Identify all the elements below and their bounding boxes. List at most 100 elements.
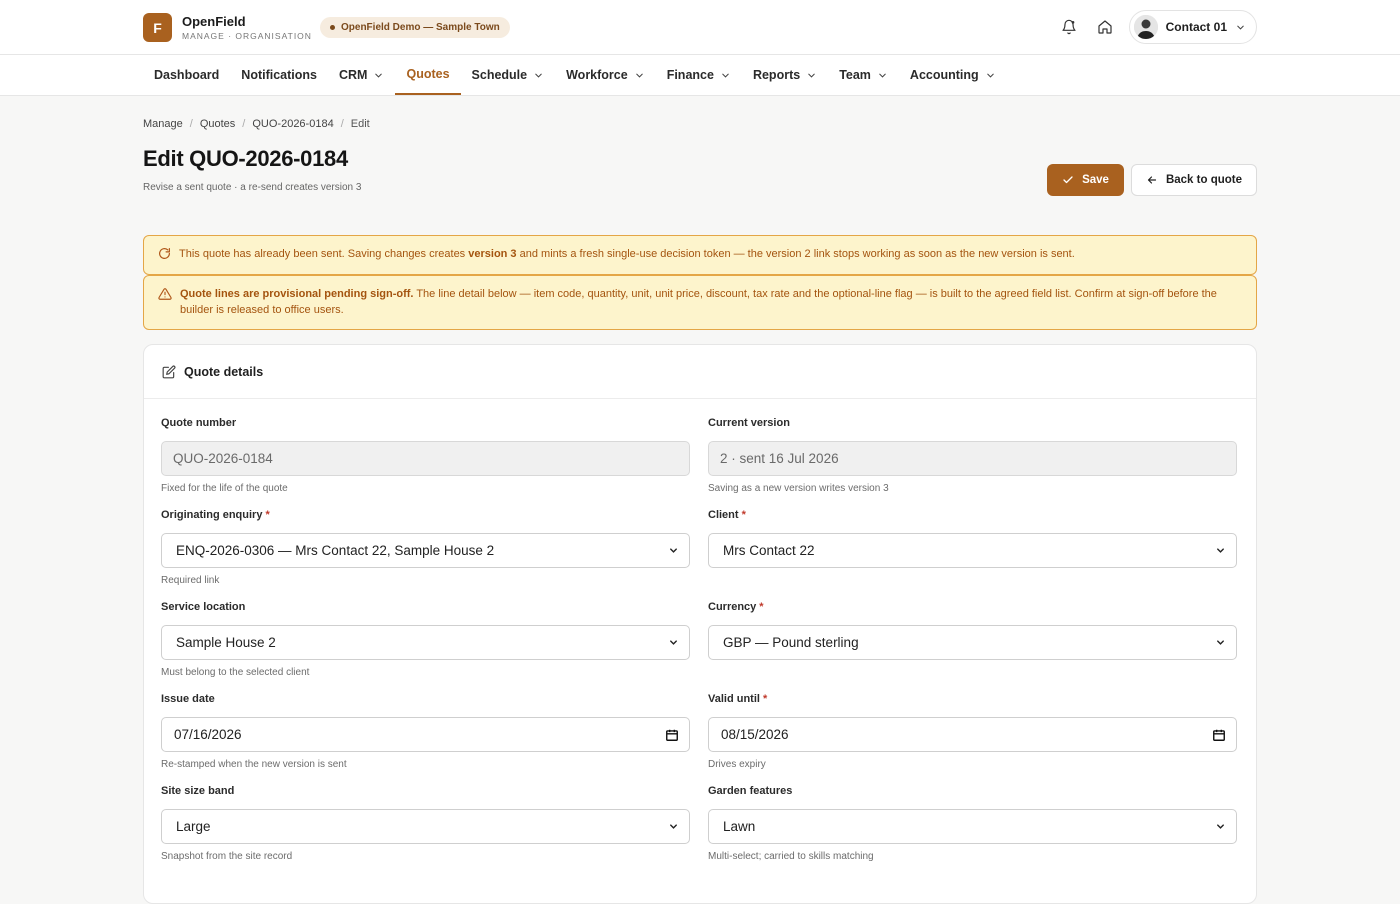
field-label: Service location (161, 601, 246, 613)
card-header: Quote details (144, 345, 1256, 399)
breadcrumb-separator: / (189, 118, 193, 130)
breadcrumb-separator: / (340, 118, 344, 130)
brand[interactable]: F OpenField MANAGE · ORGANISATION (143, 13, 312, 42)
nav-label: Notifications (241, 68, 317, 82)
home-icon[interactable] (1091, 13, 1119, 41)
chevron-down-icon (722, 73, 729, 78)
quote-number-input: QUO-2026-0184 (161, 441, 690, 476)
nav-item-workforce[interactable]: Workforce (555, 55, 656, 95)
field-label: Valid until * (708, 693, 768, 705)
valid-until-input[interactable]: 08/15/2026 (708, 717, 1237, 752)
chevron-down-icon (670, 824, 677, 829)
nav-item-notifications[interactable]: Notifications (230, 55, 328, 95)
nav-label: Workforce (566, 68, 628, 82)
field-client: Client * Mrs Contact 22 (708, 509, 1237, 601)
calendar-icon[interactable] (1212, 728, 1226, 742)
version-alert: This quote has already been sent. Saving… (143, 235, 1257, 275)
card-title: Quote details (184, 364, 264, 379)
field-hint: Re-stamped when the new version is sent (161, 759, 347, 770)
breadcrumb-manage[interactable]: Manage (143, 118, 183, 130)
tenant-label: OpenField Demo — Sample Town (341, 22, 500, 33)
issue-date-input[interactable]: 07/16/2026 (161, 717, 690, 752)
nav-label: Accounting (909, 68, 979, 82)
service-location-select[interactable]: Sample House 2 (161, 625, 690, 660)
page-subtitle: Revise a sent quote · a re-send creates … (143, 182, 362, 193)
nav-item-reports[interactable]: Reports (742, 55, 828, 95)
breadcrumb-separator: / (242, 118, 246, 130)
nav-label: Dashboard (154, 68, 220, 82)
save-label: Save (1082, 174, 1109, 186)
garden-features-select[interactable]: Lawn (708, 809, 1237, 844)
chevron-down-icon (1217, 824, 1224, 829)
warning-icon (158, 288, 172, 300)
breadcrumb-current: Edit (350, 118, 370, 130)
chevron-down-icon (808, 73, 815, 78)
client-select[interactable]: Mrs Contact 22 (708, 533, 1237, 568)
form-grid: Quote number QUO-2026-0184 Fixed for the… (161, 417, 1237, 877)
save-button[interactable]: Save (1047, 164, 1124, 196)
breadcrumb: Manage / Quotes / QUO-2026-0184 / Edit (143, 118, 370, 130)
field-label: Site size band (161, 785, 235, 797)
site-size-select[interactable]: Large (161, 809, 690, 844)
chevron-down-icon (635, 73, 643, 78)
provisional-alert: Quote lines are provisional pending sign… (143, 275, 1257, 330)
field-hint: Snapshot from the site record (161, 851, 293, 862)
field-hint: Fixed for the life of the quote (161, 483, 288, 494)
nav-item-quotes[interactable]: Quotes (395, 55, 461, 95)
back-label: Back to quote (1165, 174, 1242, 186)
breadcrumb-quotes[interactable]: Quotes (200, 118, 235, 130)
brand-name: OpenField (182, 13, 246, 29)
brand-subtitle: MANAGE · ORGANISATION (182, 30, 312, 41)
notifications-bell-icon[interactable] (1055, 13, 1083, 41)
check-icon (1063, 176, 1073, 184)
edit-icon (162, 365, 176, 378)
tenant-dot-icon (330, 25, 335, 30)
nav-label: Quotes (406, 67, 450, 81)
calendar-icon[interactable] (665, 728, 679, 742)
version-alert-text: This quote has already been sent. Saving… (179, 248, 1075, 260)
field-currency: Currency * GBP — Pound sterling (708, 601, 1237, 693)
tenant-badge[interactable]: OpenField Demo — Sample Town (320, 17, 510, 38)
nav-item-dashboard[interactable]: Dashboard (143, 55, 230, 95)
field-label: Issue date (161, 693, 215, 705)
provisional-alert-text: Quote lines are provisional pending sign… (180, 288, 1217, 316)
field-label: Current version (708, 417, 790, 429)
field-current-version: Current version 2 · sent 16 Jul 2026 Sav… (708, 417, 1237, 509)
refresh-icon (159, 248, 170, 259)
currency-select[interactable]: GBP — Pound sterling (708, 625, 1237, 660)
field-hint: Must belong to the selected client (161, 667, 310, 678)
nav-item-finance[interactable]: Finance (656, 55, 742, 95)
top-bar: F OpenField MANAGE · ORGANISATION OpenFi… (0, 0, 1400, 55)
field-hint: Required link (161, 575, 220, 586)
field-service-location: Service location Sample House 2 Must bel… (161, 601, 690, 693)
field-enquiry: Originating enquiry * ENQ-2026-0306 — Mrs… (161, 509, 690, 601)
enquiry-select[interactable]: ENQ-2026-0306 — Mrs Contact 22, Sample H… (161, 533, 690, 568)
breadcrumb-quote[interactable]: QUO-2026-0184 (252, 118, 333, 130)
nav-item-team[interactable]: Team (828, 55, 899, 95)
user-menu[interactable]: Contact 01 (1128, 10, 1257, 44)
field-label: Currency * (708, 601, 764, 613)
back-to-quote-button[interactable]: Back to quote (1130, 164, 1257, 196)
field-label: Originating enquiry * (161, 509, 270, 521)
user-name: Contact 01 (1165, 20, 1227, 34)
nav-item-schedule[interactable]: Schedule (461, 55, 556, 95)
field-issue-date: Issue date 07/16/2026 Re-stamped when th… (161, 693, 690, 785)
nav-item-accounting[interactable]: Accounting (899, 55, 1007, 95)
nav-item-crm[interactable]: CRM (328, 55, 395, 95)
nav-label: Finance (666, 68, 714, 82)
chevron-down-icon (1237, 25, 1244, 30)
current-version-input: 2 · sent 16 Jul 2026 (708, 441, 1237, 476)
nav-label: CRM (339, 68, 368, 82)
chevron-down-icon (986, 73, 994, 78)
main-nav: Dashboard Notifications CRM Quotes Sched… (0, 55, 1400, 96)
field-label: Garden features (708, 785, 793, 797)
chevron-down-icon (1217, 640, 1224, 645)
field-garden-features: Garden features Lawn Multi-select; carri… (708, 785, 1237, 877)
avatar (1133, 15, 1158, 39)
chevron-down-icon (375, 73, 383, 78)
chevron-down-icon (535, 73, 542, 78)
nav-label: Schedule (471, 68, 528, 82)
field-hint: Saving as a new version writes version 3 (708, 483, 889, 494)
field-site-size: Site size band Large Snapshot from the s… (161, 785, 690, 877)
chevron-down-icon (879, 73, 886, 78)
